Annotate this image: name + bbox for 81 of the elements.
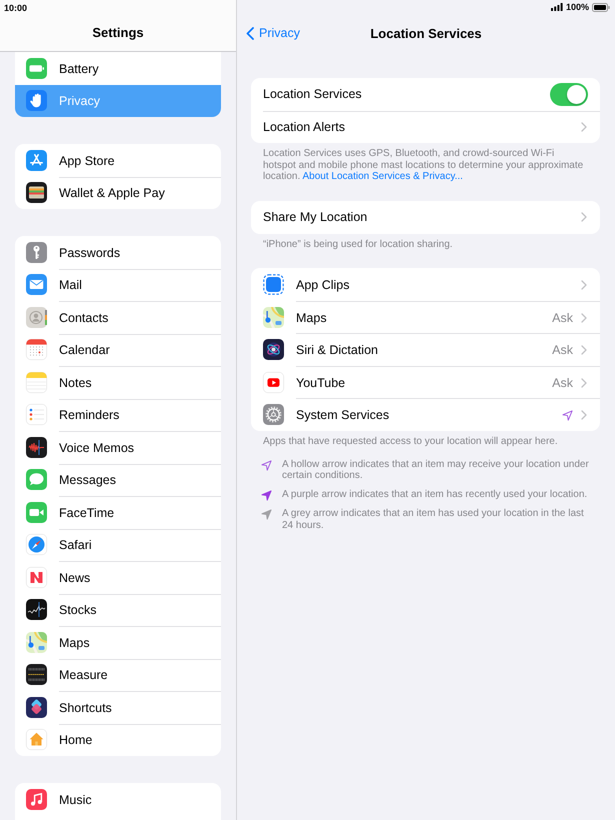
settings-row[interactable]: Maps Ask — [251, 300, 600, 334]
sidebar-item[interactable]: Battery — [15, 52, 221, 84]
notepad-icon — [26, 372, 47, 393]
location-arrow-icon — [562, 410, 573, 421]
sidebar-item[interactable]: Passwords — [15, 236, 221, 268]
settings-row[interactable]: App Clips — [251, 268, 600, 301]
house-icon — [26, 729, 47, 750]
sidebar-item[interactable]: Messages — [15, 464, 221, 496]
orb-icon — [263, 339, 284, 360]
calendar-icon — [26, 339, 47, 360]
battery-icon — [26, 58, 47, 79]
sidebar-item[interactable]: Calendar — [15, 334, 221, 366]
layers-icon — [26, 696, 47, 718]
speech-bubble-icon — [26, 469, 47, 490]
sidebar-item[interactable]: Shortcuts — [15, 691, 221, 724]
video-camera-icon — [26, 502, 47, 523]
settings-row[interactable]: YouTube Ask — [251, 366, 600, 398]
dashed-square-icon — [263, 274, 284, 296]
sidebar-item[interactable]: Home — [15, 724, 221, 756]
music-note-icon — [26, 788, 47, 810]
gear-icon — [263, 404, 284, 426]
envelope-icon — [26, 274, 47, 296]
about-link[interactable]: About Location Services & Privacy... — [302, 171, 463, 182]
sidebar-item[interactable]: Voice Memos — [15, 431, 221, 464]
settings-row[interactable]: Siri & Dictation Ask — [251, 333, 600, 366]
footer-text: Apps that have requested access to your location will appear here. — [262, 434, 559, 448]
ruler-icon — [26, 664, 47, 686]
chevron-icon — [581, 345, 587, 356]
battery-icon — [592, 2, 610, 12]
contact-icon — [26, 306, 47, 328]
sidebar-item[interactable]: News — [15, 561, 221, 594]
chevron-icon — [581, 280, 587, 290]
chevron-icon — [581, 312, 587, 323]
settings-row[interactable]: System Services — [251, 398, 600, 431]
map-icon — [263, 306, 284, 328]
chevron-icon — [246, 26, 254, 40]
sidebar-item[interactable]: Notes — [15, 366, 221, 398]
sidebar-item[interactable]: Safari — [15, 528, 221, 561]
legend-text: A grey arrow indicates that an item has used your location in the last 24 hours. — [282, 508, 585, 532]
sidebar-item[interactable]: Reminders — [15, 398, 221, 431]
settings-row[interactable]: Share My Location — [251, 201, 600, 234]
battery-percent: 100% — [566, 2, 589, 12]
row-label: Location Services — [263, 87, 363, 102]
chevron-icon — [581, 122, 587, 132]
letter-n-icon — [26, 566, 47, 588]
play-button-icon — [263, 372, 284, 393]
page-title: Location Services — [370, 26, 482, 40]
stock-chart-icon — [26, 599, 47, 620]
legend-text: A hollow arrow indicates that an item may receive your location under certain conditions. — [282, 458, 590, 482]
signal-icon — [550, 3, 563, 11]
sidebar-item[interactable]: Wallet & Apple Pay — [15, 176, 221, 209]
chevron-icon — [581, 378, 587, 388]
back-button[interactable]: Privacy — [246, 26, 300, 40]
status-time: 10:00 — [3, 2, 28, 14]
toggle-switch[interactable] — [550, 82, 588, 106]
sidebar-item[interactable]: Mail — [15, 268, 221, 301]
sidebar-item[interactable]: FaceTime — [15, 496, 221, 528]
sidebar-title: Settings — [92, 25, 144, 41]
chevron-icon — [581, 410, 587, 420]
sidebar-item[interactable]: App Store — [15, 144, 221, 176]
sidebar-item[interactable]: Contacts — [15, 301, 221, 334]
value-text: Ask — [552, 376, 573, 390]
footer-text: “iPhone” is being used for location sharing. — [262, 238, 454, 250]
compass-icon — [26, 534, 47, 556]
sidebar-item[interactable]: Stocks — [15, 594, 221, 626]
sidebar-item[interactable]: Music — [15, 783, 221, 816]
footer-text: Location Services uses GPS, Bluetooth, and crowd-sourced Wi-Fi hotspot and mobile phone mast locations to determine your approximate location. About Location Services & Privacy... — [262, 147, 584, 184]
chevron-icon — [581, 212, 587, 222]
value-text: Ask — [552, 343, 573, 358]
sidebar-item[interactable]: Maps — [15, 626, 221, 658]
waveform-icon — [26, 436, 47, 458]
wallet-icon — [26, 182, 47, 204]
hand-icon — [26, 90, 47, 112]
settings-row[interactable]: Location Alerts — [251, 110, 600, 143]
key-icon — [26, 242, 47, 263]
letter-a-icon — [26, 150, 47, 171]
checklist-icon — [26, 404, 47, 426]
value-text: Ask — [552, 310, 573, 325]
sidebar-item[interactable]: Measure — [15, 658, 221, 691]
legend-text: A purple arrow indicates that an item has recently used your location. — [282, 488, 588, 501]
map-icon — [26, 632, 47, 653]
